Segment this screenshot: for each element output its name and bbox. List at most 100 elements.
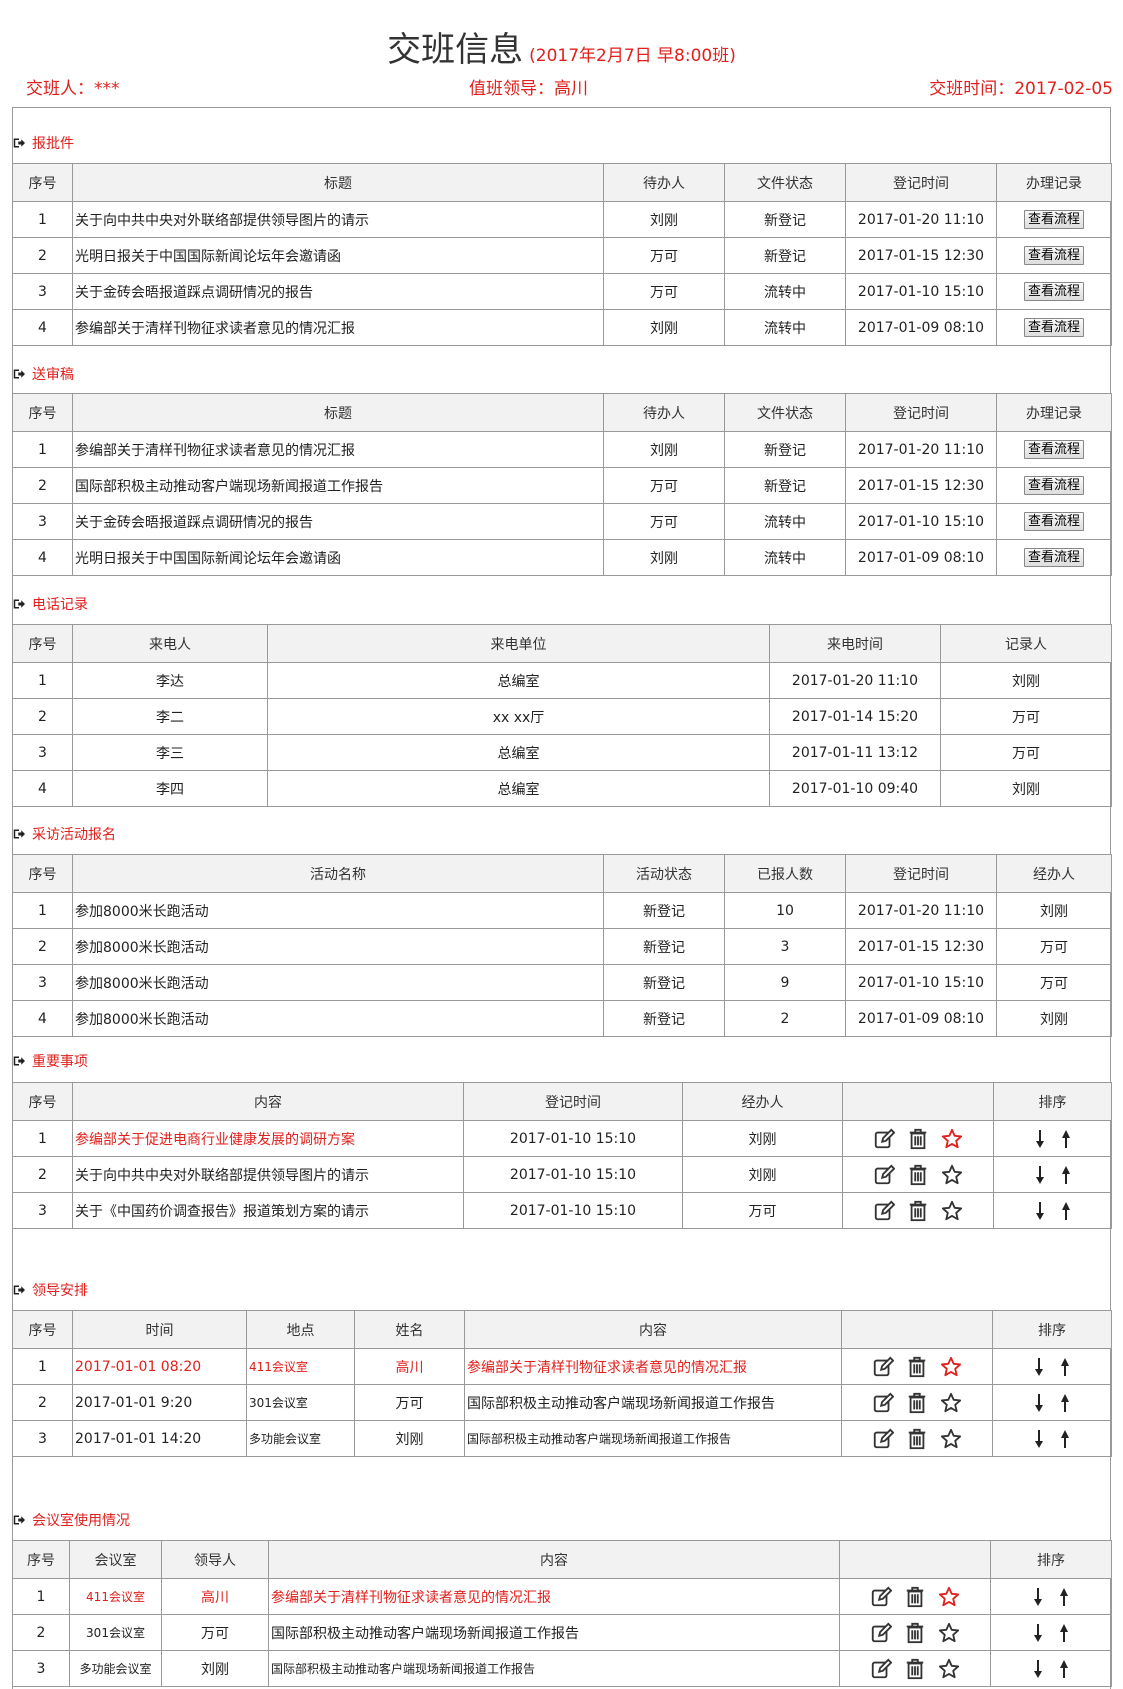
arrow-down-icon[interactable]: [1032, 1623, 1044, 1643]
row-time: 2017-01-14 15:20: [769, 698, 941, 735]
star-icon[interactable]: [941, 1200, 963, 1222]
row-time: 2017-01-20 11:10: [845, 201, 997, 238]
meeting-col-header: 内容: [268, 1540, 840, 1579]
meeting-actions: [839, 1578, 991, 1615]
row-title: 参编部关于清样刊物征求读者意见的情况汇报: [72, 309, 604, 346]
review-col-header: 登记时间: [845, 393, 997, 432]
phone-title-text: 电话记录: [32, 597, 88, 613]
arrow-up-icon[interactable]: [1058, 1587, 1070, 1607]
star-icon[interactable]: [940, 1428, 962, 1450]
trash-icon[interactable]: [907, 1200, 929, 1222]
leader-col-header: 姓名: [354, 1310, 465, 1349]
view-flow-button[interactable]: 查看流程: [1023, 512, 1084, 531]
row-handler: 刘刚: [682, 1120, 843, 1157]
meeting-col-header: [839, 1540, 991, 1579]
important-title-text: 重要事项: [32, 1054, 88, 1070]
arrow-down-icon[interactable]: [1034, 1129, 1046, 1149]
arrow-up-icon[interactable]: [1060, 1129, 1072, 1149]
trash-icon[interactable]: [907, 1164, 929, 1186]
arrow-up-icon[interactable]: [1059, 1429, 1071, 1449]
row-record: 查看流程: [996, 237, 1112, 274]
meeting-row: 1 411会议室 高川 参编部关于清样刊物征求读者意见的情况汇报: [12, 1578, 1112, 1615]
row-person: 万可: [603, 237, 725, 274]
edit-icon[interactable]: [870, 1622, 892, 1644]
row-record: 查看流程: [996, 431, 1112, 468]
exit-icon: [13, 829, 25, 839]
important-actions: [842, 1156, 994, 1193]
arrow-down-icon[interactable]: [1033, 1357, 1045, 1377]
row-status: 新登记: [724, 237, 846, 274]
star-icon[interactable]: [938, 1586, 960, 1608]
view-flow-button[interactable]: 查看流程: [1023, 282, 1084, 301]
row-activity-name: 参加8000米长跑活动: [72, 892, 604, 929]
leader-sort: [992, 1384, 1112, 1421]
edit-icon[interactable]: [873, 1164, 895, 1186]
arrow-down-icon[interactable]: [1034, 1165, 1046, 1185]
star-icon[interactable]: [941, 1164, 963, 1186]
row-time: 2017-01-15 12:30: [845, 467, 997, 504]
view-flow-button[interactable]: 查看流程: [1023, 210, 1084, 229]
view-flow-button[interactable]: 查看流程: [1023, 476, 1084, 495]
arrow-down-icon[interactable]: [1032, 1587, 1044, 1607]
meeting-row: 2 301会议室 万可 国际部积极主动推动客户端现场新闻报道工作报告: [12, 1614, 1112, 1651]
star-icon[interactable]: [938, 1622, 960, 1644]
view-flow-button[interactable]: 查看流程: [1023, 246, 1084, 265]
trash-icon[interactable]: [904, 1586, 926, 1608]
trash-icon[interactable]: [904, 1622, 926, 1644]
star-icon[interactable]: [940, 1392, 962, 1414]
phone-col-header: 序号: [12, 624, 73, 663]
approval-col-header: 标题: [72, 163, 604, 202]
edit-icon[interactable]: [873, 1128, 895, 1150]
trash-icon[interactable]: [904, 1658, 926, 1680]
star-icon[interactable]: [941, 1128, 963, 1150]
row-name: 万可: [354, 1384, 465, 1421]
meeting-sort: [990, 1614, 1112, 1651]
row-number: 4: [12, 539, 73, 576]
interview-row: 2 参加8000米长跑活动 新登记 3 2017-01-15 12:30 万可: [12, 928, 1112, 965]
arrow-up-icon[interactable]: [1060, 1165, 1072, 1185]
leader-col-header: 序号: [12, 1310, 73, 1349]
row-number: 1: [12, 1578, 70, 1615]
phone-row: 1 李达 总编室 2017-01-20 11:10 刘刚: [12, 662, 1112, 699]
row-time: 2017-01-11 13:12: [769, 734, 941, 771]
arrow-up-icon[interactable]: [1059, 1393, 1071, 1413]
interview-table: 序号 活动名称 活动状态 已报人数 登记时间 经办人 1 参加8000米长跑活动 新登记 10 20…: [12, 854, 1112, 1037]
trash-icon[interactable]: [906, 1356, 928, 1378]
view-flow-button[interactable]: 查看流程: [1023, 548, 1084, 567]
trash-icon[interactable]: [907, 1128, 929, 1150]
edit-icon[interactable]: [870, 1658, 892, 1680]
row-handler: 万可: [682, 1192, 843, 1229]
edit-icon[interactable]: [873, 1200, 895, 1222]
important-sort: [993, 1192, 1112, 1229]
arrow-down-icon[interactable]: [1032, 1659, 1044, 1679]
leader-col-header: 时间: [72, 1310, 247, 1349]
edit-icon[interactable]: [872, 1356, 894, 1378]
row-count: 3: [724, 928, 846, 965]
arrow-down-icon[interactable]: [1034, 1201, 1046, 1221]
row-unit: xx xx厅: [267, 698, 770, 735]
edit-icon[interactable]: [870, 1586, 892, 1608]
arrow-up-icon[interactable]: [1060, 1201, 1072, 1221]
leader-row: 3 2017-01-01 14:20 多功能会议室 刘刚 国际部积极主动推动客户端现场新…: [12, 1420, 1112, 1457]
interview-section-title: 采访活动报名: [12, 824, 116, 844]
edit-icon[interactable]: [872, 1428, 894, 1450]
view-flow-button[interactable]: 查看流程: [1023, 318, 1084, 337]
star-icon[interactable]: [940, 1356, 962, 1378]
trash-icon[interactable]: [906, 1428, 928, 1450]
row-time: 2017-01-10 15:10: [845, 503, 997, 540]
row-title: 关于金砖会晤报道踩点调研情况的报告: [72, 503, 604, 540]
star-icon[interactable]: [938, 1658, 960, 1680]
arrow-up-icon[interactable]: [1058, 1623, 1070, 1643]
row-status: 流转中: [724, 309, 846, 346]
arrow-down-icon[interactable]: [1033, 1429, 1045, 1449]
edit-icon[interactable]: [872, 1392, 894, 1414]
arrow-up-icon[interactable]: [1058, 1659, 1070, 1679]
row-room: 411会议室: [69, 1578, 162, 1615]
row-time: 2017-01-10 15:10: [463, 1192, 683, 1229]
arrow-up-icon[interactable]: [1059, 1357, 1071, 1377]
approval-title-text: 报批件: [32, 136, 74, 152]
row-time: 2017-01-15 12:30: [845, 928, 997, 965]
trash-icon[interactable]: [906, 1392, 928, 1414]
view-flow-button[interactable]: 查看流程: [1023, 440, 1084, 459]
arrow-down-icon[interactable]: [1033, 1393, 1045, 1413]
